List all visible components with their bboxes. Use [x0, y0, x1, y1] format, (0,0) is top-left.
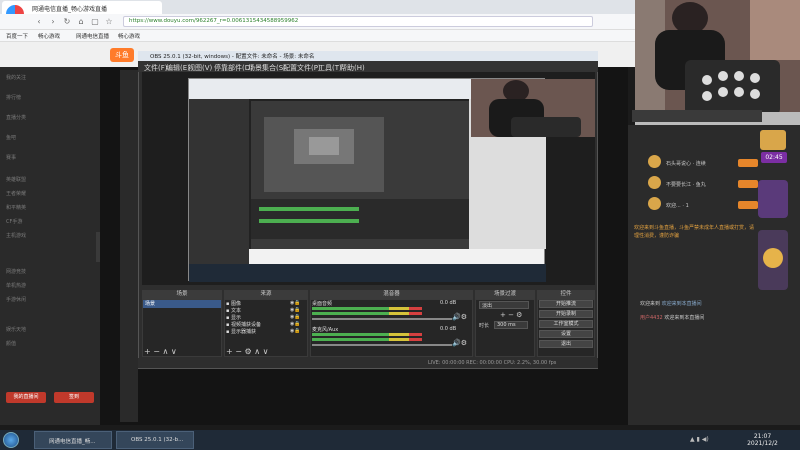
controls-dock-title: 控件	[537, 290, 595, 299]
sidebar-item-game[interactable]: 网游竞技	[6, 268, 26, 275]
sidebar-item-yuba[interactable]: 鱼吧	[6, 134, 16, 141]
avatar[interactable]	[648, 176, 661, 189]
sidebar-item-game[interactable]: 主机游戏	[6, 232, 26, 239]
mixer-track-name: 桌面音频	[312, 301, 333, 307]
my-room-button[interactable]: 我的直播间	[6, 392, 46, 403]
bookmark-item[interactable]: 畅心游戏	[38, 32, 60, 40]
source-item[interactable]: ▪ 显示	[226, 314, 241, 321]
browser-tab[interactable]: 网通电信直播_畅心游戏直播	[2, 1, 162, 14]
sidebar-item-game[interactable]: 英雄联盟	[6, 176, 26, 183]
mixer-db: 0.0 dB	[440, 300, 457, 306]
mixer-track-name: 麦克风/Aux	[312, 327, 339, 333]
forward-icon[interactable]: ›	[48, 16, 58, 28]
sources-dock-title: 来源	[224, 290, 308, 299]
transition-select[interactable]: 淡出	[479, 301, 529, 309]
stream-player-frame	[120, 70, 138, 422]
source-item[interactable]: ▪ 显示器捕获	[226, 328, 256, 335]
chat-message: 石头哥说心 · 连续	[666, 161, 706, 167]
star-icon[interactable]: ☆	[104, 16, 114, 28]
start-streaming-button[interactable]: 开始推流	[539, 300, 593, 308]
volume-slider[interactable]	[312, 318, 452, 320]
transitions-dock-title: 场景过渡	[475, 290, 535, 299]
sidebar-item-ent[interactable]: 颜值	[6, 340, 16, 347]
sidebar-item-game[interactable]: CF手游	[6, 218, 22, 225]
window-icon[interactable]: ▢	[90, 16, 100, 28]
mute-icon[interactable]: 🔊⚙	[452, 339, 467, 347]
sidebar-item-category[interactable]: 直播分类	[6, 114, 26, 121]
avatar[interactable]	[648, 197, 661, 210]
chat-message: 用户4432 欢迎来到本直播间	[640, 315, 705, 321]
address-bar[interactable]: https://www.douyu.com/962267_r=0.0061315…	[123, 16, 593, 27]
sources-toolbar[interactable]: + − ⚙ ∧ ∨	[226, 347, 268, 356]
sidebar-item-game[interactable]: 手游休闲	[6, 296, 26, 303]
back-icon[interactable]: ‹	[34, 16, 44, 28]
start-recording-button[interactable]: 开始录制	[539, 310, 593, 318]
duration-label: 时长	[479, 323, 490, 329]
scenes-toolbar[interactable]: + − ∧ ∨	[144, 347, 177, 356]
visibility-icon[interactable]: ◉🔒	[290, 321, 301, 327]
obs-title-bar: OBS 25.0.1 (32-bit, windows) - 配置文件: 未命名…	[138, 51, 598, 61]
source-item[interactable]: ▪ 视频捕获设备	[226, 321, 261, 328]
volume-meter	[312, 312, 422, 315]
bookmark-item[interactable]: 百度一下	[6, 32, 28, 40]
chat-message: 不要要长江 · 鱼丸	[666, 182, 706, 188]
system-notice: 欢迎来到斗鱼直播，斗鱼严禁未成年人直播或打赏，请理性消费，谨防诈骗	[634, 225, 755, 239]
taskbar-item-obs[interactable]: OBS 25.0.1 (32-b...	[116, 431, 194, 449]
mixer-db: 0.0 dB	[440, 326, 457, 332]
volume-meter	[312, 333, 422, 336]
bookmark-item[interactable]: 网通电信直播	[76, 32, 109, 40]
visibility-icon[interactable]: ◉🔒	[290, 307, 301, 313]
volume-meter	[312, 338, 422, 341]
refresh-icon[interactable]: ↻	[62, 16, 72, 28]
taskbar-item-browser[interactable]: 网通电信直播_畅...	[34, 431, 112, 449]
mixer-dock-title: 混音器	[310, 290, 473, 299]
exit-button[interactable]: 退出	[539, 340, 593, 348]
mute-icon[interactable]: 🔊⚙	[452, 313, 467, 321]
visibility-icon[interactable]: ◉🔒	[290, 300, 301, 306]
settings-button[interactable]: 设置	[539, 330, 593, 338]
follow-badge[interactable]	[738, 159, 758, 167]
volume-slider[interactable]	[312, 344, 452, 346]
sidebar-item-game[interactable]: 和平精英	[6, 204, 26, 211]
studio-mode-button[interactable]: 工作室模式	[539, 320, 593, 328]
system-tray[interactable]: ▲ ▮ ◀)	[690, 436, 709, 443]
chat-message: 欢迎来到 欢迎来到本直播间	[640, 301, 702, 307]
sidebar-item-game[interactable]: 王者荣耀	[6, 190, 26, 197]
chat-message: 欢迎... · 1	[666, 203, 689, 209]
douyu-logo[interactable]: 斗鱼	[110, 48, 134, 62]
transition-toolbar[interactable]: + − ⚙	[500, 311, 522, 319]
start-icon[interactable]	[3, 432, 19, 448]
volume-meter	[312, 307, 422, 310]
sidebar-item-follow[interactable]: 我的关注	[6, 74, 26, 81]
preview-webcam	[471, 79, 595, 137]
sidebar-item-rank[interactable]: 排行榜	[6, 94, 21, 101]
visibility-icon[interactable]: ◉🔒	[290, 314, 301, 320]
sign-in-button[interactable]: 签到	[54, 392, 94, 403]
scene-item[interactable]: 场景	[143, 300, 221, 308]
source-item[interactable]: ▪ 图像	[226, 300, 241, 307]
sidebar-item-game[interactable]: 单机热游	[6, 282, 26, 289]
clock[interactable]: 21:07 2021/12/2	[735, 433, 790, 447]
bookmark-item[interactable]: 畅心游戏	[118, 32, 140, 40]
avatar[interactable]	[648, 155, 661, 168]
sidebar-item-match[interactable]: 赛事	[6, 154, 16, 161]
follow-badge[interactable]	[738, 180, 758, 188]
rank-timer: 02:45	[761, 152, 787, 163]
follow-badge[interactable]	[738, 201, 758, 209]
home-icon[interactable]: ⌂	[76, 16, 86, 28]
duration-input[interactable]: 300 ms	[494, 321, 528, 329]
visibility-icon[interactable]: ◉🔒	[290, 328, 301, 334]
obs-status-bar: LIVE: 00:00:00 REC: 00:00:00 CPU: 2.2%, …	[138, 358, 598, 368]
source-item[interactable]: ▪ 文本	[226, 307, 241, 314]
chat-toolbar	[632, 110, 762, 122]
sidebar-item-ent[interactable]: 娱乐天地	[6, 326, 26, 333]
scenes-dock-title: 场景	[142, 290, 222, 299]
